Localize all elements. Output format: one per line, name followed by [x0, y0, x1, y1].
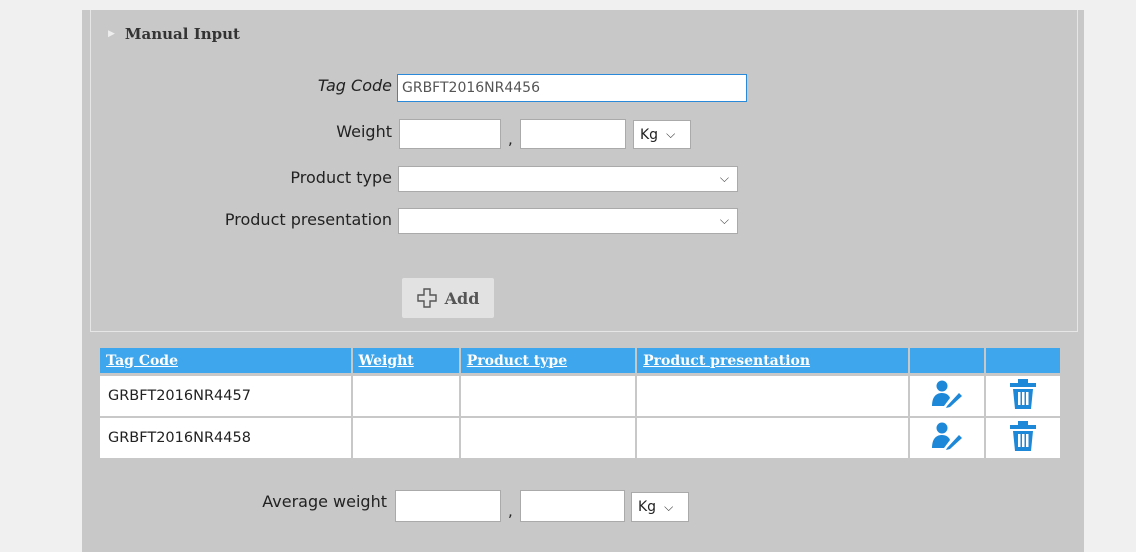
table-row: GRBFT2016NR4458 — [100, 418, 1060, 460]
weight-decimal-input[interactable] — [520, 119, 626, 149]
cell-edit — [909, 418, 984, 460]
cell-delete — [985, 418, 1060, 460]
cell-product-presentation — [637, 376, 908, 418]
manual-input-title: Manual Input — [124, 25, 240, 43]
add-button-label: Add — [444, 288, 480, 308]
average-weight-unit-value: Kg — [638, 499, 657, 515]
average-weight-integer-input[interactable] — [395, 490, 501, 522]
weight-integer-input[interactable] — [399, 119, 501, 149]
column-header-product-presentation[interactable]: Product presentation — [637, 348, 908, 376]
cell-product-presentation — [637, 418, 908, 460]
average-weight-unit-select[interactable]: Kg ⌵ — [631, 492, 689, 522]
column-header-product-type[interactable]: Product type — [460, 348, 636, 376]
trash-icon[interactable] — [1008, 420, 1038, 452]
cell-weight — [352, 418, 459, 460]
product-type-select[interactable]: ⌵ — [398, 166, 738, 192]
average-weight-decimal-input[interactable] — [520, 490, 625, 522]
cell-weight — [352, 376, 459, 418]
weight-separator: , — [508, 130, 513, 148]
cell-tag-code: GRBFT2016NR4457 — [100, 376, 351, 418]
column-header-edit — [909, 348, 984, 376]
cell-tag-code: GRBFT2016NR4458 — [100, 418, 351, 460]
cell-product-type — [460, 376, 636, 418]
add-button[interactable]: Add — [402, 278, 494, 318]
average-weight-label: Average weight — [262, 492, 387, 511]
product-type-label: Product type — [290, 168, 392, 187]
plus-icon — [416, 288, 437, 308]
column-header-delete — [985, 348, 1060, 376]
table-row: GRBFT2016NR4457 — [100, 376, 1060, 418]
cell-product-type — [460, 418, 636, 460]
chevron-down-icon: ⌵ — [664, 499, 674, 514]
average-weight-separator: , — [508, 502, 513, 520]
chevron-down-icon: ⌵ — [666, 127, 676, 141]
trash-icon[interactable] — [1008, 378, 1038, 410]
cell-edit — [909, 376, 984, 418]
weight-label: Weight — [336, 122, 392, 141]
column-header-tag-code[interactable]: Tag Code — [100, 348, 351, 376]
edit-user-icon[interactable] — [930, 379, 964, 409]
chevron-down-icon: ⌵ — [719, 171, 729, 185]
tag-table: Tag Code Weight Product type Product pre… — [98, 348, 1062, 460]
edit-user-icon[interactable] — [930, 421, 964, 451]
tag-code-input[interactable] — [397, 74, 747, 102]
expand-triangle-icon: ▶ — [108, 29, 115, 39]
weight-unit-select[interactable]: Kg ⌵ — [633, 120, 691, 149]
weight-unit-value: Kg — [640, 126, 659, 143]
product-presentation-select[interactable]: ⌵ — [398, 208, 738, 234]
cell-delete — [985, 376, 1060, 418]
column-header-weight[interactable]: Weight — [352, 348, 459, 376]
product-presentation-label: Product presentation — [224, 210, 392, 229]
chevron-down-icon: ⌵ — [719, 213, 729, 227]
tag-code-label: Tag Code — [317, 76, 392, 95]
table-header-row: Tag Code Weight Product type Product pre… — [100, 348, 1060, 376]
manual-input-legend[interactable]: ▶ Manual Input — [108, 24, 240, 44]
